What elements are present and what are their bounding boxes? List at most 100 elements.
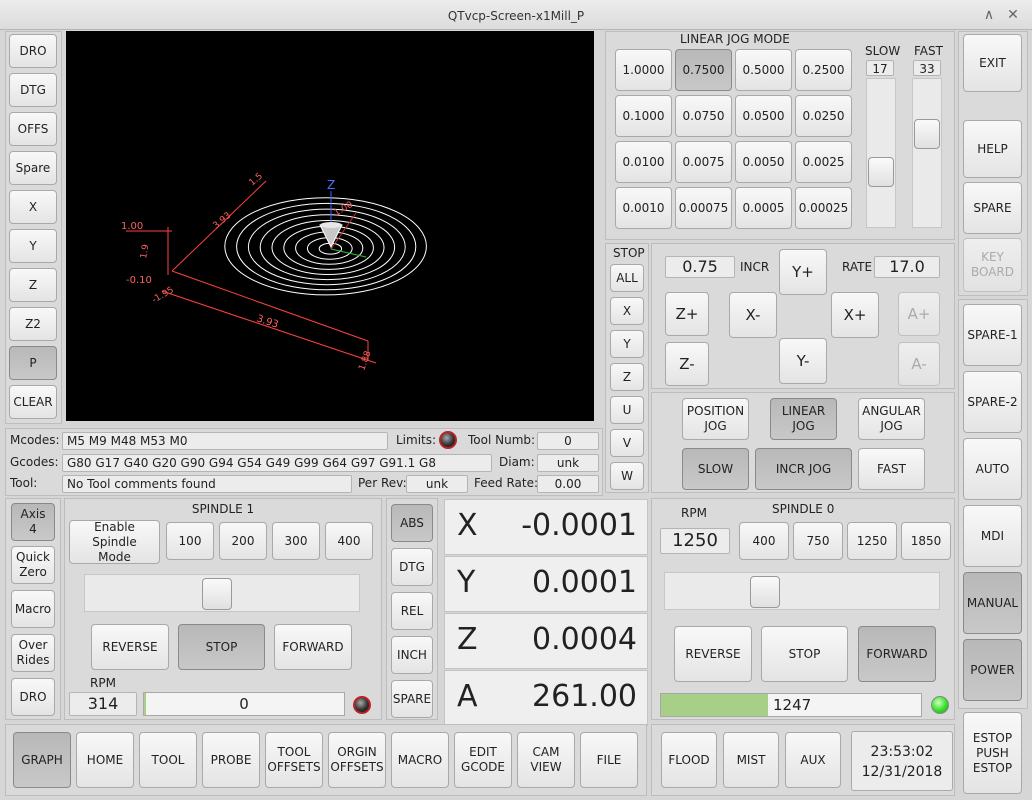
spindle-1-preset-button[interactable]: 200: [219, 522, 267, 560]
spare-button[interactable]: SPARE: [963, 182, 1022, 234]
stop-all-button[interactable]: ALL: [610, 264, 644, 292]
fast-slider-handle[interactable]: [914, 119, 940, 149]
increment-button[interactable]: 0.5000: [735, 49, 792, 91]
linear-jog-button[interactable]: LINEAR JOG: [770, 398, 837, 440]
stop-w-button[interactable]: W: [610, 462, 644, 490]
slow-slider-handle[interactable]: [868, 157, 894, 187]
spindle-1-preset-button[interactable]: 400: [325, 522, 373, 560]
dro-inch-button[interactable]: INCH: [391, 636, 433, 674]
close-icon[interactable]: ✕: [1004, 6, 1022, 24]
position-jog-button[interactable]: POSITION JOG: [682, 398, 749, 440]
spindle-1-reverse-button[interactable]: REVERSE: [91, 624, 169, 670]
spindle-0-forward-button[interactable]: FORWARD: [858, 626, 936, 682]
spindle-0-preset-button[interactable]: 400: [739, 522, 789, 560]
incr-jog-button[interactable]: INCR JOG: [755, 448, 852, 490]
left-tool-button[interactable]: Quick Zero: [11, 546, 55, 584]
spare-1-button[interactable]: SPARE-1: [963, 304, 1022, 366]
manual-mode-button[interactable]: MANUAL: [963, 572, 1022, 634]
help-button[interactable]: HELP: [963, 120, 1022, 178]
increment-button[interactable]: 0.0100: [615, 141, 672, 183]
dro-rel-button[interactable]: REL: [391, 592, 433, 630]
spindle-0-slider-handle[interactable]: [750, 576, 780, 608]
angular-jog-button[interactable]: ANGULAR JOG: [858, 398, 925, 440]
tab-home-button[interactable]: HOME: [76, 732, 134, 788]
stop-y-button[interactable]: Y: [610, 330, 644, 358]
estop-button[interactable]: ESTOP PUSH ESTOP: [963, 712, 1022, 794]
left-tool-button[interactable]: Axis 4: [11, 503, 55, 541]
dro-spare-button[interactable]: SPARE: [391, 680, 433, 718]
spindle-0-preset-button[interactable]: 1850: [901, 522, 951, 560]
jog-y-plus-button[interactable]: Y+: [779, 249, 827, 295]
stop-x-button[interactable]: X: [610, 297, 644, 325]
exit-button[interactable]: EXIT: [963, 34, 1022, 92]
increment-button[interactable]: 0.0025: [795, 141, 852, 183]
flood-button[interactable]: FLOOD: [661, 732, 717, 788]
gcode-graph[interactable]: 1.00 -0.10 1.9 1.5 3.93 1.88 3.93 -1.95 …: [66, 31, 594, 421]
tab-tool-button[interactable]: TOOL: [139, 732, 197, 788]
left-nav-p-button[interactable]: P: [9, 346, 57, 380]
slow-jog-button[interactable]: SLOW: [682, 448, 749, 490]
dro-dtg-button[interactable]: DTG: [391, 548, 433, 586]
tab-probe-button[interactable]: PROBE: [202, 732, 260, 788]
spare-2-button[interactable]: SPARE-2: [963, 371, 1022, 433]
increment-button[interactable]: 1.0000: [615, 49, 672, 91]
left-nav-dtg-button[interactable]: DTG: [9, 73, 57, 107]
left-nav-spare-button[interactable]: Spare: [9, 151, 57, 185]
left-nav-offs-button[interactable]: OFFS: [9, 112, 57, 146]
stop-z-button[interactable]: Z: [610, 363, 644, 391]
mist-button[interactable]: MIST: [723, 732, 779, 788]
increment-button[interactable]: 0.00075: [675, 187, 732, 229]
jog-y-minus-button[interactable]: Y-: [779, 338, 827, 384]
increment-button[interactable]: 0.0750: [675, 95, 732, 137]
stop-u-button[interactable]: U: [610, 396, 644, 424]
left-nav-z-button[interactable]: Z: [9, 268, 57, 302]
left-nav-z2-button[interactable]: Z2: [9, 307, 57, 341]
spindle-0-reverse-button[interactable]: REVERSE: [674, 626, 752, 682]
jog-x-minus-button[interactable]: X-: [729, 292, 777, 338]
fast-jog-button[interactable]: FAST: [858, 448, 925, 490]
increment-button[interactable]: 0.0500: [735, 95, 792, 137]
left-nav-y-button[interactable]: Y: [9, 229, 57, 263]
spindle-1-forward-button[interactable]: FORWARD: [274, 624, 352, 670]
left-nav-dro-button[interactable]: DRO: [9, 34, 57, 68]
spindle-0-preset-button[interactable]: 1250: [847, 522, 897, 560]
jog-a-plus-button[interactable]: A+: [898, 292, 940, 336]
keyboard-button[interactable]: KEY BOARD: [963, 238, 1022, 292]
enable-spindle-mode-button[interactable]: Enable Spindle Mode: [69, 520, 160, 564]
stop-v-button[interactable]: V: [610, 429, 644, 457]
fast-slider[interactable]: [912, 78, 942, 228]
tab-graph-button[interactable]: GRAPH: [13, 732, 71, 788]
increment-button[interactable]: 0.0050: [735, 141, 792, 183]
spindle-0-slider[interactable]: [664, 572, 940, 610]
spindle-1-preset-button[interactable]: 300: [272, 522, 320, 560]
spindle-1-stop-button[interactable]: STOP: [178, 624, 265, 670]
spindle-1-preset-button[interactable]: 100: [166, 522, 214, 560]
jog-x-plus-button[interactable]: X+: [831, 292, 879, 338]
left-nav-x-button[interactable]: X: [9, 190, 57, 224]
increment-button[interactable]: 0.2500: [795, 49, 852, 91]
slow-slider[interactable]: [866, 78, 896, 228]
left-tool-button[interactable]: DRO: [11, 678, 55, 716]
auto-mode-button[interactable]: AUTO: [963, 438, 1022, 500]
increment-button[interactable]: 0.00025: [795, 187, 852, 229]
aux-button[interactable]: AUX: [785, 732, 841, 788]
tab-tool-offsets-button[interactable]: TOOL OFFSETS: [265, 732, 323, 788]
power-button[interactable]: POWER: [963, 639, 1022, 701]
increment-button[interactable]: 0.1000: [615, 95, 672, 137]
jog-z-minus-button[interactable]: Z-: [665, 342, 709, 386]
jog-a-minus-button[interactable]: A-: [898, 342, 940, 386]
spindle-0-preset-button[interactable]: 750: [793, 522, 843, 560]
spindle-0-stop-button[interactable]: STOP: [761, 626, 848, 682]
tab-orgin-offsets-button[interactable]: ORGIN OFFSETS: [328, 732, 386, 788]
tab-file-button[interactable]: FILE: [580, 732, 638, 788]
spindle-1-slider-handle[interactable]: [202, 578, 232, 610]
tab-macro-button[interactable]: MACRO: [391, 732, 449, 788]
increment-button[interactable]: 0.0005: [735, 187, 792, 229]
mdi-mode-button[interactable]: MDI: [963, 505, 1022, 567]
tab-edit-gcode-button[interactable]: EDIT GCODE: [454, 732, 512, 788]
left-tool-button[interactable]: Macro: [11, 590, 55, 628]
minimize-icon[interactable]: ∧: [980, 6, 998, 24]
increment-button[interactable]: 0.0010: [615, 187, 672, 229]
increment-button[interactable]: 0.7500: [675, 49, 732, 91]
increment-button[interactable]: 0.0075: [675, 141, 732, 183]
